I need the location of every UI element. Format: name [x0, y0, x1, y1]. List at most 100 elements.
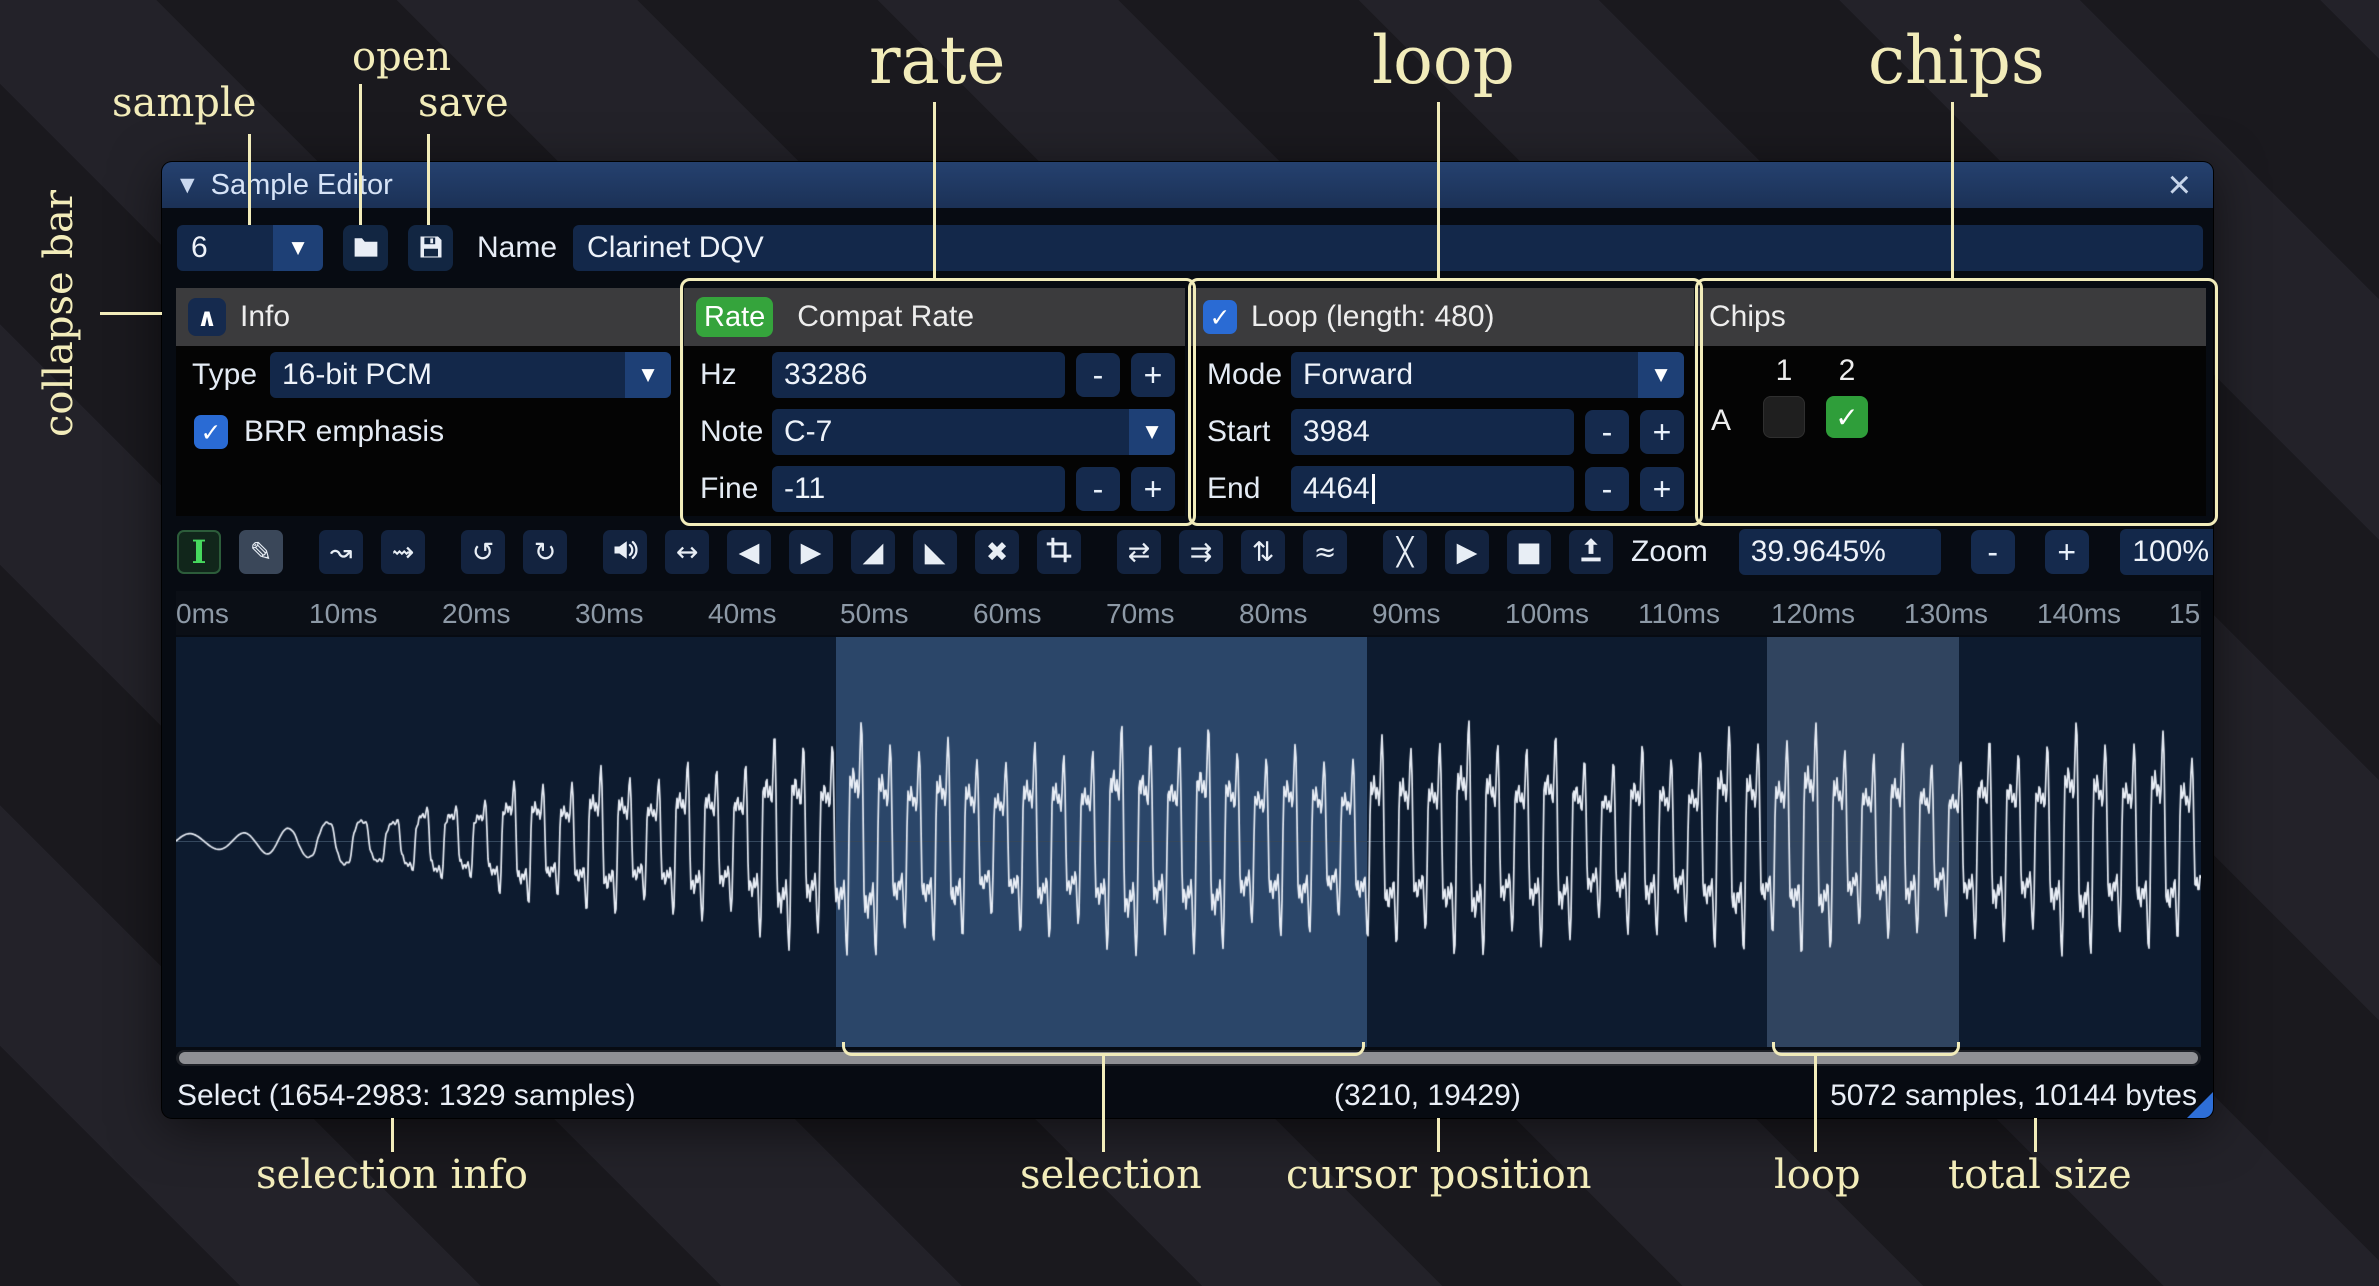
- timeline-tick: 120ms: [1771, 598, 1855, 630]
- timeline-tick: 80ms: [1239, 598, 1307, 630]
- redo-button[interactable]: ↻: [523, 530, 567, 574]
- sample-select-value: 6: [177, 225, 273, 271]
- timeline-tick: 30ms: [575, 598, 643, 630]
- collapse-info-button[interactable]: ∧: [188, 298, 226, 336]
- close-icon[interactable]: ×: [2168, 162, 2191, 208]
- select-tool-button[interactable]: I: [177, 530, 221, 574]
- type-dropdown[interactable]: 16-bit PCM ▼: [270, 352, 671, 398]
- undo-icon: ↺: [472, 539, 495, 566]
- annotation-line: [100, 312, 162, 315]
- annotation-sample: sample: [112, 80, 256, 126]
- info-panel-header: ∧ Info: [176, 288, 681, 346]
- annotation-box-chips: [1695, 278, 2218, 526]
- collapse-triangle-icon[interactable]: ▼: [180, 174, 195, 196]
- zoom-input[interactable]: 39.9645%: [1739, 529, 1941, 575]
- fade-in-icon: ◢: [863, 539, 884, 566]
- name-label: Name: [477, 231, 557, 265]
- trim-button[interactable]: [1037, 530, 1081, 574]
- normalize-button[interactable]: ↔: [665, 530, 709, 574]
- annotation-line: [1437, 102, 1440, 280]
- annotation-cursor-position: cursor position: [1286, 1152, 1591, 1198]
- brr-emphasis-checkbox[interactable]: ✓: [194, 415, 228, 449]
- annotation-loop: loop: [1372, 22, 1515, 99]
- brr-emphasis-label: BRR emphasis: [228, 415, 444, 449]
- invert-button[interactable]: ▶: [789, 530, 833, 574]
- window-titlebar[interactable]: ▼ Sample Editor ×: [162, 162, 2213, 208]
- delete-button[interactable]: ✖: [975, 530, 1019, 574]
- preview-button[interactable]: ▶: [1445, 530, 1489, 574]
- waveform-display[interactable]: [176, 637, 2201, 1047]
- filter-button[interactable]: ≈: [1303, 530, 1347, 574]
- annotation-line: [2034, 1118, 2037, 1152]
- window-resize-grip[interactable]: [2187, 1092, 2213, 1118]
- zoom-value: 39.9645%: [1751, 535, 1886, 569]
- check-icon: ✓: [201, 418, 222, 447]
- insert-silence-button[interactable]: ⇄: [1117, 530, 1161, 574]
- annotation-line: [1102, 1054, 1105, 1152]
- timeline-ruler[interactable]: 0ms10ms20ms30ms40ms50ms60ms70ms80ms90ms1…: [176, 591, 2201, 635]
- sample-toolbar: I✎↝⇝↺↻↔◀▶◢◣✖⇄⇉⇅≈╳▶■ Zoom 39.9645% - + 10…: [177, 526, 2203, 578]
- invert-icon: ▶: [801, 539, 822, 566]
- open-button[interactable]: [343, 225, 388, 271]
- zoom-minus-button[interactable]: -: [1971, 530, 2015, 574]
- select-tool-icon: I: [192, 536, 207, 568]
- insert-point-button[interactable]: ⇅: [1241, 530, 1285, 574]
- draw-tool-button[interactable]: ✎: [239, 530, 283, 574]
- normalize-icon: ↔: [676, 539, 699, 566]
- annotation-selection-info: selection info: [256, 1152, 528, 1198]
- chevron-down-icon[interactable]: ▼: [625, 352, 671, 398]
- timeline-tick: 60ms: [973, 598, 1041, 630]
- type-label: Type: [186, 358, 270, 392]
- annotation-line: [1437, 1118, 1440, 1152]
- timeline-tick: 100ms: [1505, 598, 1589, 630]
- reverse-button[interactable]: ◀: [727, 530, 771, 574]
- chevron-down-icon[interactable]: ▼: [273, 225, 323, 271]
- annotation-bracket-loop: [1772, 1042, 1960, 1056]
- info-panel-title: Info: [240, 300, 290, 334]
- toolbar-buttons: I ✎ ↝ ⇝ ↺ ↻ ↔ ◀ ▶ ◢ ◣ ✖ ⇄ ⇉ ⇅ ≈ ╳ ▶ ■: [177, 530, 1613, 574]
- annotation-open: open: [352, 34, 451, 80]
- type-row: Type 16-bit PCM ▼: [186, 352, 671, 398]
- fade-in-button[interactable]: ◢: [851, 530, 895, 574]
- zoom-reset-label: 100%: [2132, 535, 2209, 569]
- sample-select[interactable]: 6 ▼: [177, 225, 323, 271]
- insert-silence-icon: ⇄: [1128, 539, 1151, 566]
- stop-preview-button[interactable]: ■: [1507, 530, 1551, 574]
- apply-silence-button[interactable]: ⇉: [1179, 530, 1223, 574]
- undo-button[interactable]: ↺: [461, 530, 505, 574]
- annotation-line: [1814, 1054, 1817, 1152]
- zoom-plus-button[interactable]: +: [2045, 530, 2089, 574]
- timeline-tick: 130ms: [1904, 598, 1988, 630]
- resize-icon: ↝: [330, 539, 353, 566]
- resize-button[interactable]: ↝: [319, 530, 363, 574]
- info-panel: ∧ Info Type 16-bit PCM ▼ ✓ BRR emphasis: [176, 288, 681, 516]
- floppy-icon: [417, 233, 445, 264]
- fade-out-button[interactable]: ◣: [913, 530, 957, 574]
- zoom-reset-button[interactable]: 100%: [2120, 529, 2213, 575]
- crossfade-button[interactable]: ╳: [1383, 530, 1427, 574]
- trim-icon: [1045, 536, 1073, 569]
- amplify-button[interactable]: [603, 530, 647, 574]
- annotation-box-rate: [680, 278, 1196, 526]
- name-input[interactable]: Clarinet DQV: [573, 225, 2203, 271]
- annotation-collapse-bar: collapse bar: [36, 190, 82, 437]
- timeline-tick: 90ms: [1372, 598, 1440, 630]
- timeline-tick: 10ms: [309, 598, 377, 630]
- save-button[interactable]: [408, 225, 453, 271]
- timeline-tick: 50ms: [840, 598, 908, 630]
- annotation-loop-bottom: loop: [1774, 1152, 1861, 1198]
- fade-out-icon: ◣: [925, 539, 946, 566]
- status-cursor-position: (3210, 19429): [1334, 1079, 1521, 1113]
- waveform-canvas[interactable]: [176, 637, 2201, 1047]
- brr-row: ✓ BRR emphasis: [186, 409, 671, 455]
- status-bar: Select (1654-2983: 1329 samples) (3210, …: [177, 1077, 2203, 1115]
- annotation-total-size: total size: [1948, 1152, 2132, 1198]
- desktop-background: sample open save rate loop chips collaps…: [0, 0, 2379, 1286]
- timeline-tick: 20ms: [442, 598, 510, 630]
- resample-button[interactable]: ⇝: [381, 530, 425, 574]
- folder-icon: [352, 233, 380, 264]
- insert-point-icon: ⇅: [1252, 539, 1275, 566]
- annotation-chips: chips: [1868, 22, 2045, 99]
- annotation-box-loop: [1188, 278, 1703, 526]
- create-wavetable-button[interactable]: [1569, 530, 1613, 574]
